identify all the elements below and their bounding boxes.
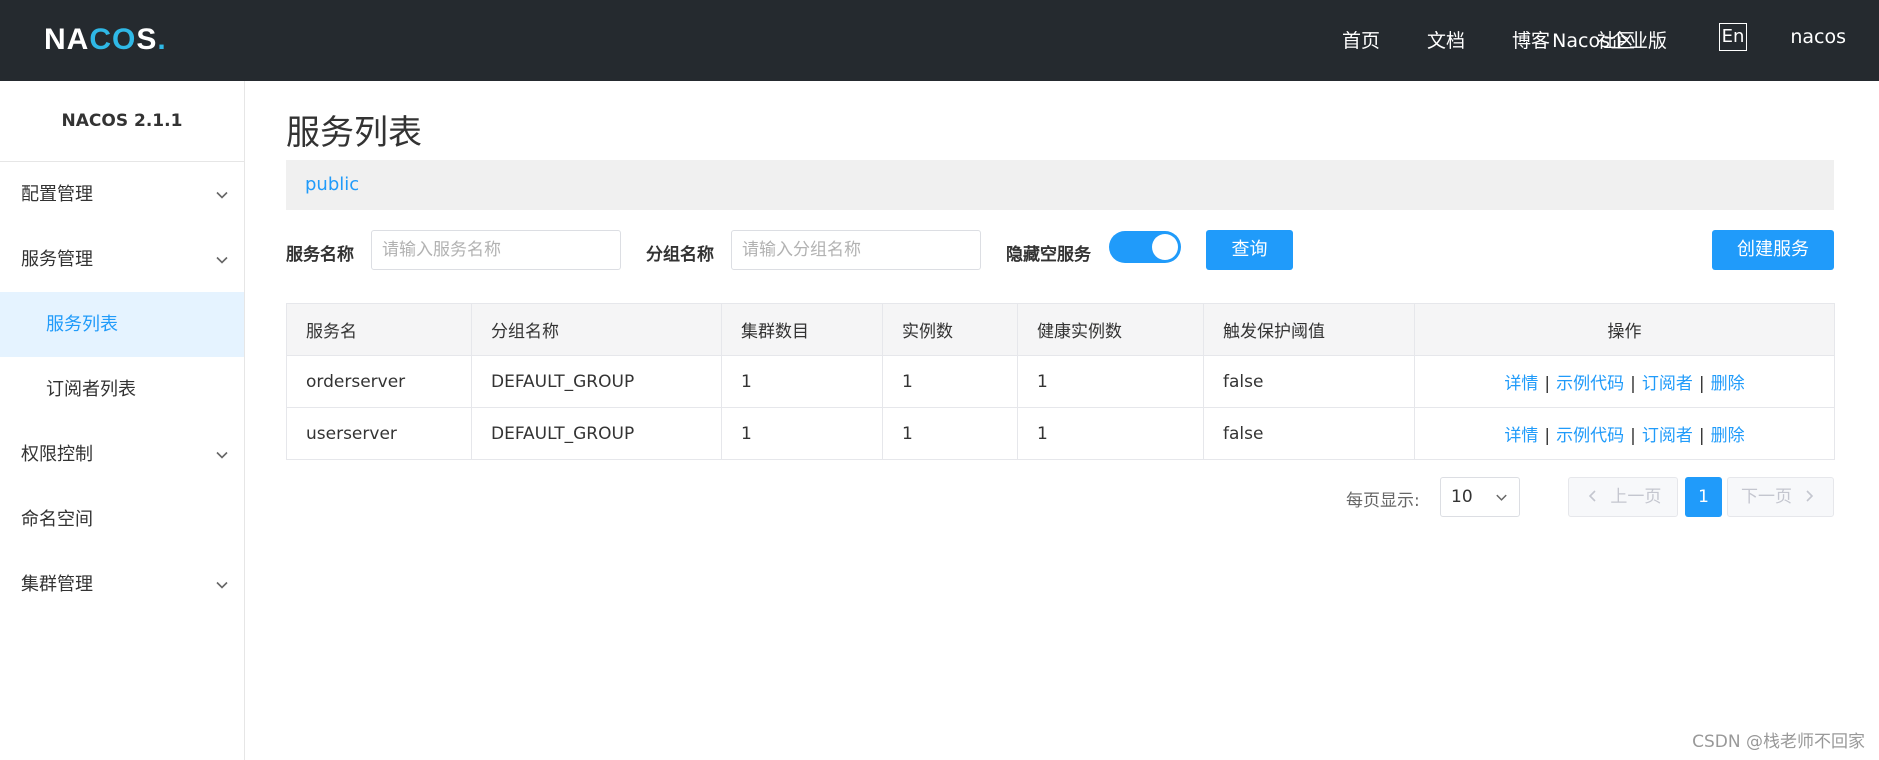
page-title: 服务列表	[286, 113, 422, 153]
watermark: CSDN @栈老师不回家	[1692, 732, 1865, 752]
table-cell: 1	[882, 355, 1018, 408]
sidebar-item-service-mgmt[interactable]: 服务管理	[0, 227, 244, 292]
table-row: orderserver DEFAULT_GROUP 1 1 1 false 详情 | 示例代码 |…	[286, 355, 1835, 408]
sidebar-item-label: 服务列表	[46, 314, 118, 335]
user-menu[interactable]: nacos	[1790, 26, 1846, 48]
table-cell: false	[1203, 355, 1415, 408]
sidebar-item-label: 配置管理	[21, 184, 93, 205]
operations-cell: 详情 | 示例代码 | 订阅者 | 删除	[1414, 355, 1835, 408]
toggle-knob	[1152, 234, 1178, 260]
svg-text:NACOS.: NACOS.	[44, 23, 167, 54]
column-header: 实例数	[882, 303, 1018, 356]
sidebar-item-label: 订阅者列表	[46, 379, 136, 400]
column-header: 触发保护阈值	[1203, 303, 1415, 356]
query-button[interactable]: 查询	[1206, 230, 1293, 270]
top-navbar: NACOS. 首页 文档 博客 社区 Nacos企业版 En nacos	[0, 0, 1879, 81]
service-table: 服务名 分组名称 集群数目 实例数 健康实例数 触发保护阈值 操作 orderserver D…	[286, 303, 1835, 460]
chevron-right-icon	[1806, 489, 1814, 502]
table-cell: false	[1203, 407, 1415, 460]
sidebar-item-label: 命名空间	[21, 509, 93, 530]
sidebar-item-label: 权限控制	[21, 444, 93, 465]
chevron-down-icon	[216, 256, 228, 264]
namespace-public-link[interactable]: public	[305, 174, 359, 195]
page-size-value: 10	[1451, 487, 1473, 507]
detail-link[interactable]: 详情	[1504, 426, 1538, 446]
op-separator: |	[1544, 426, 1551, 446]
subscribers-link[interactable]: 订阅者	[1642, 426, 1693, 446]
table-cell: DEFAULT_GROUP	[471, 407, 722, 460]
column-header: 集群数目	[721, 303, 883, 356]
chevron-down-icon	[1496, 494, 1507, 501]
service-name-input[interactable]	[371, 230, 621, 270]
op-separator: |	[1630, 374, 1636, 394]
page-size-select[interactable]: 10	[1440, 477, 1520, 517]
operations-cell: 详情 | 示例代码 | 订阅者 | 删除	[1414, 407, 1835, 460]
nav-docs[interactable]: 文档	[1427, 26, 1465, 53]
namespace-bar: public	[286, 160, 1834, 210]
table-cell: 1	[721, 355, 883, 408]
create-service-button[interactable]: 创建服务	[1712, 230, 1834, 270]
sidebar-item-config-mgmt[interactable]: 配置管理	[0, 162, 244, 227]
table-cell: 1	[1017, 407, 1204, 460]
page-1-button[interactable]: 1	[1685, 477, 1722, 517]
column-header: 健康实例数	[1017, 303, 1204, 356]
chevron-left-icon	[1588, 489, 1596, 502]
table-body: orderserver DEFAULT_GROUP 1 1 1 false 详情 | 示例代码 |…	[286, 355, 1835, 460]
next-page-label: 下一页	[1741, 487, 1792, 507]
table-cell: 1	[882, 407, 1018, 460]
op-separator: |	[1544, 374, 1551, 394]
sidebar: NACOS 2.1.1 配置管理服务管理服务列表订阅者列表权限控制命名空间集群管…	[0, 81, 245, 760]
sample-code-link[interactable]: 示例代码	[1556, 374, 1624, 394]
sidebar-item-label: 服务管理	[21, 249, 93, 270]
chevron-down-icon	[216, 451, 228, 459]
delete-link[interactable]: 删除	[1711, 426, 1745, 446]
table-cell: DEFAULT_GROUP	[471, 355, 722, 408]
sidebar-menu: 配置管理服务管理服务列表订阅者列表权限控制命名空间集群管理	[0, 162, 244, 617]
nav-enterprise[interactable]: Nacos企业版	[1552, 26, 1667, 53]
sidebar-item-subscriber-list[interactable]: 订阅者列表	[0, 357, 244, 422]
table-cell: 1	[721, 407, 883, 460]
nav-home[interactable]: 首页	[1342, 26, 1380, 53]
table-cell: userserver	[286, 407, 472, 460]
hide-empty-toggle[interactable]	[1109, 231, 1181, 263]
sidebar-item-namespace[interactable]: 命名空间	[0, 487, 244, 552]
language-toggle-button[interactable]: En	[1719, 23, 1747, 51]
service-name-label: 服务名称	[286, 245, 354, 265]
chevron-down-icon	[216, 191, 228, 199]
nacos-logo[interactable]: NACOS.	[44, 22, 168, 54]
subscribers-link[interactable]: 订阅者	[1642, 374, 1693, 394]
nav-blog[interactable]: 博客	[1512, 26, 1550, 53]
group-name-input[interactable]	[731, 230, 981, 270]
sidebar-item-cluster-mgmt[interactable]: 集群管理	[0, 552, 244, 617]
op-separator: |	[1630, 426, 1636, 446]
prev-page-button[interactable]: 上一页	[1568, 477, 1678, 517]
hide-empty-label: 隐藏空服务	[1006, 245, 1091, 265]
sidebar-item-label: 集群管理	[21, 574, 93, 595]
table-cell: 1	[1017, 355, 1204, 408]
op-separator: |	[1698, 426, 1705, 446]
detail-link[interactable]: 详情	[1504, 374, 1538, 394]
group-name-label: 分组名称	[646, 245, 714, 265]
next-page-button[interactable]: 下一页	[1727, 477, 1834, 517]
chevron-down-icon	[216, 581, 228, 589]
sample-code-link[interactable]: 示例代码	[1556, 426, 1624, 446]
page-size-label: 每页显示:	[1346, 491, 1420, 511]
delete-link[interactable]: 删除	[1711, 374, 1745, 394]
sidebar-item-service-list[interactable]: 服务列表	[0, 292, 244, 357]
column-header: 分组名称	[471, 303, 722, 356]
column-header: 操作	[1414, 303, 1835, 356]
prev-page-label: 上一页	[1610, 487, 1662, 507]
table-row: userserver DEFAULT_GROUP 1 1 1 false 详情 | 示例代码 | 订…	[286, 407, 1835, 460]
op-separator: |	[1698, 374, 1705, 394]
table-header-row: 服务名 分组名称 集群数目 实例数 健康实例数 触发保护阈值 操作	[286, 303, 1835, 356]
version-label: NACOS 2.1.1	[0, 81, 244, 162]
column-header: 服务名	[286, 303, 472, 356]
sidebar-item-access-control[interactable]: 权限控制	[0, 422, 244, 487]
table-cell: orderserver	[286, 355, 472, 408]
